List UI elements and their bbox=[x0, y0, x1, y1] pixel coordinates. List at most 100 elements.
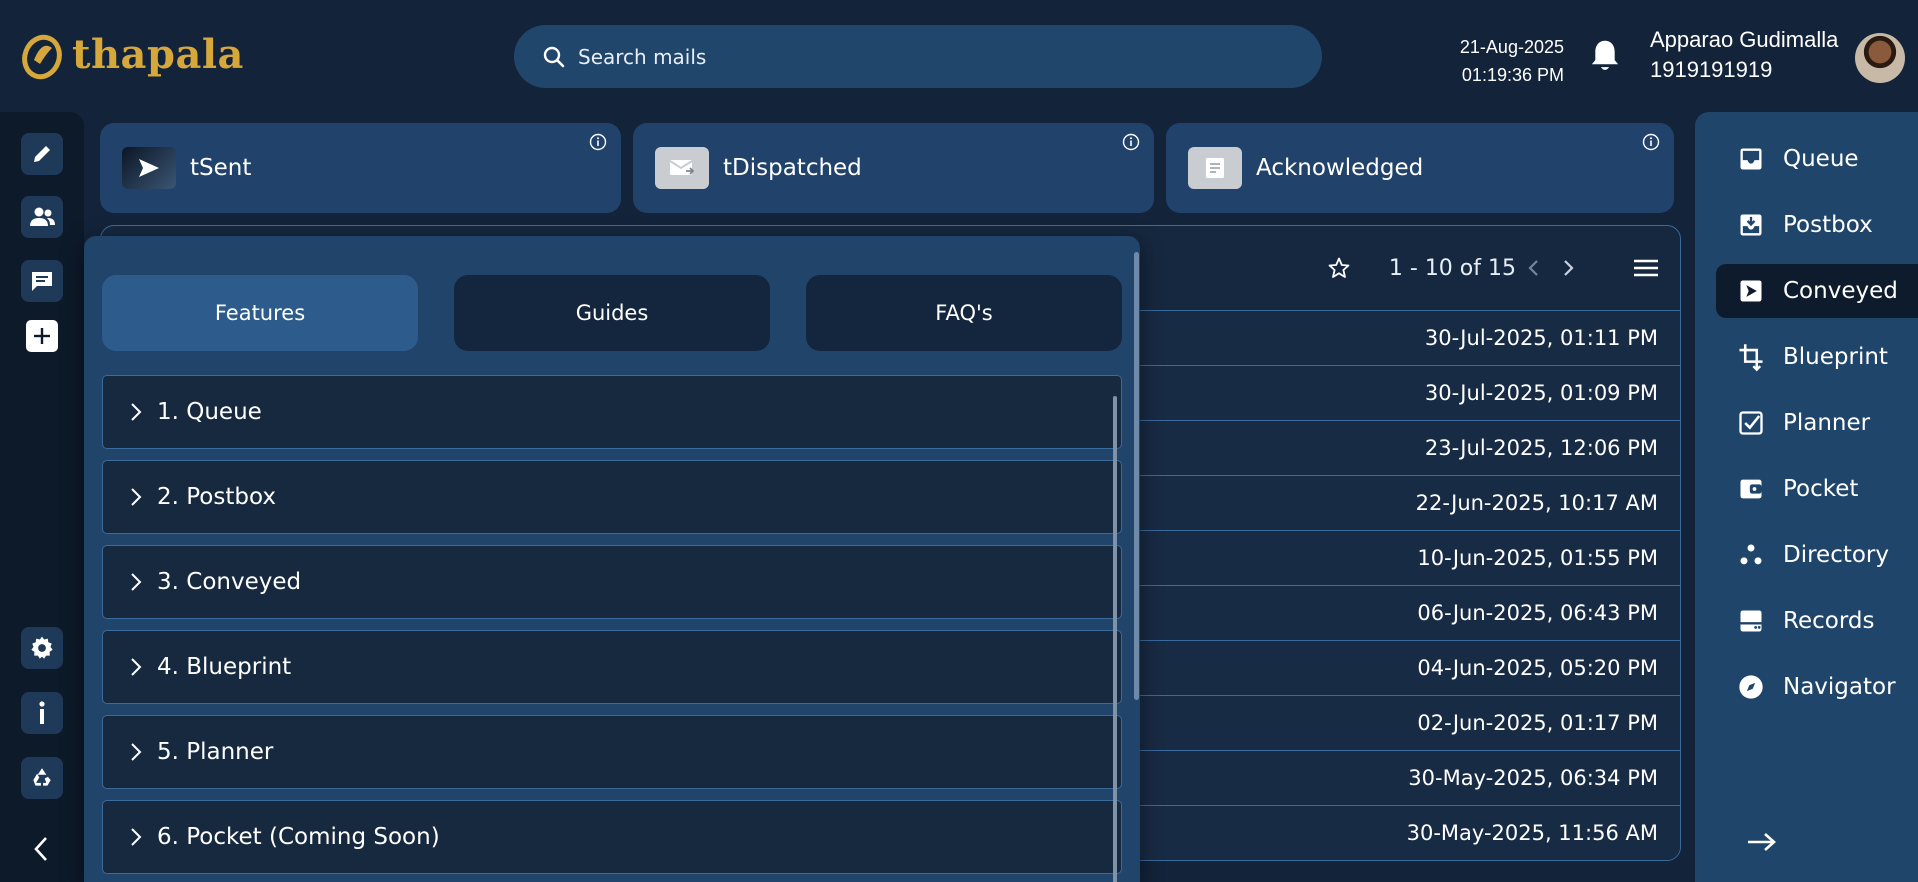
card-tsent[interactable]: tSent bbox=[100, 123, 621, 213]
search-bar[interactable] bbox=[514, 25, 1322, 88]
avatar[interactable] bbox=[1855, 33, 1905, 83]
nav-label: Queue bbox=[1783, 146, 1859, 172]
pagination-text: 1 - 10 of 15 bbox=[1388, 255, 1516, 281]
nav-item-queue[interactable]: Queue bbox=[1695, 132, 1918, 186]
accordion-item[interactable]: 2. Postbox bbox=[102, 460, 1122, 534]
search-icon bbox=[542, 45, 566, 69]
nav-label: Postbox bbox=[1783, 212, 1873, 238]
chevron-right-icon bbox=[129, 401, 143, 423]
right-nav: Queue Postbox Conveyed Blueprint Planner… bbox=[1695, 112, 1918, 882]
download-tray-icon bbox=[1737, 211, 1765, 239]
info-icon[interactable] bbox=[21, 692, 63, 734]
nav-label: Directory bbox=[1783, 542, 1890, 568]
nav-item-blueprint[interactable]: Blueprint bbox=[1695, 330, 1918, 384]
chevron-right-icon bbox=[129, 741, 143, 763]
nav-item-planner[interactable]: Planner bbox=[1695, 396, 1918, 450]
nav-label: Blueprint bbox=[1783, 344, 1888, 370]
nav-label: Conveyed bbox=[1783, 278, 1898, 304]
add-plus-icon[interactable] bbox=[26, 320, 58, 352]
logo-mark-icon bbox=[20, 30, 64, 80]
accordion-title: 3. Conveyed bbox=[157, 569, 302, 595]
nav-item-postbox[interactable]: Postbox bbox=[1695, 198, 1918, 252]
row-date: 23-Jul-2025, 12:06 PM bbox=[1424, 436, 1658, 460]
user-phone: 1919191919 bbox=[1650, 57, 1773, 82]
settings-gear-icon[interactable] bbox=[21, 627, 63, 669]
chat-message-icon[interactable] bbox=[21, 260, 63, 302]
accordion-item[interactable]: 5. Planner bbox=[102, 715, 1122, 789]
accordion-title: 4. Blueprint bbox=[157, 654, 292, 680]
notifications-bell-icon[interactable] bbox=[1588, 38, 1622, 74]
crop-icon bbox=[1737, 342, 1765, 372]
chevron-right-icon[interactable] bbox=[1560, 256, 1576, 280]
checkbox-checked-icon bbox=[1737, 409, 1765, 437]
hamburger-menu-icon[interactable] bbox=[1632, 257, 1660, 279]
panel-scrollbar[interactable] bbox=[1134, 252, 1139, 700]
chevron-left-icon[interactable] bbox=[1526, 256, 1542, 280]
row-date: 30-May-2025, 11:56 AM bbox=[1406, 821, 1658, 845]
tab-faqs[interactable]: FAQ's bbox=[806, 275, 1122, 351]
feature-accordion: 1. Queue 2. Postbox 3. Conveyed 4. Bluep… bbox=[102, 375, 1122, 882]
nav-label: Records bbox=[1783, 608, 1875, 634]
help-panel: Features Guides FAQ's 1. Queue 2. Postbo… bbox=[84, 236, 1140, 882]
mail-forward-icon bbox=[655, 147, 709, 189]
accordion-title: 6. Pocket (Coming Soon) bbox=[157, 824, 440, 850]
accordion-item[interactable]: 4. Blueprint bbox=[102, 630, 1122, 704]
nav-item-directory[interactable]: Directory bbox=[1695, 528, 1918, 582]
chevron-right-icon bbox=[129, 486, 143, 508]
chevron-right-icon bbox=[129, 571, 143, 593]
nav-label: Planner bbox=[1783, 410, 1871, 436]
accordion-title: 1. Queue bbox=[157, 399, 262, 425]
card-label: tSent bbox=[190, 155, 252, 181]
info-circle-icon[interactable] bbox=[589, 133, 607, 151]
row-date: 02-Jun-2025, 01:17 PM bbox=[1417, 711, 1658, 735]
card-label: Acknowledged bbox=[1256, 155, 1424, 181]
info-circle-icon[interactable] bbox=[1642, 133, 1660, 151]
user-name: Apparao Gudimalla bbox=[1650, 27, 1839, 52]
accordion-title: 5. Planner bbox=[157, 739, 274, 765]
expand-arrow-right-icon[interactable] bbox=[1746, 830, 1778, 854]
accordion-item[interactable]: 6. Pocket (Coming Soon) bbox=[102, 800, 1122, 874]
accordion-item[interactable]: 1. Queue bbox=[102, 375, 1122, 449]
card-acknowledged[interactable]: Acknowledged bbox=[1166, 123, 1674, 213]
app-logo[interactable]: thapala bbox=[20, 30, 244, 80]
send-arrow-icon bbox=[122, 147, 176, 189]
row-date: 30-Jul-2025, 01:11 PM bbox=[1424, 326, 1658, 350]
chevron-right-icon bbox=[129, 826, 143, 848]
user-info[interactable]: Apparao Gudimalla 1919191919 bbox=[1650, 25, 1838, 85]
nav-item-pocket[interactable]: Pocket bbox=[1695, 462, 1918, 516]
nav-label: Navigator bbox=[1783, 674, 1896, 700]
star-filter-icon[interactable] bbox=[1327, 256, 1351, 280]
compass-icon bbox=[1737, 673, 1765, 701]
row-date: 22-Jun-2025, 10:17 AM bbox=[1415, 491, 1658, 515]
search-input[interactable] bbox=[576, 43, 1276, 70]
card-tdispatched[interactable]: tDispatched bbox=[633, 123, 1154, 213]
inbox-tray-icon bbox=[1737, 145, 1765, 173]
recycle-bin-icon[interactable] bbox=[21, 757, 63, 799]
nav-item-records[interactable]: Records bbox=[1695, 594, 1918, 648]
chevron-right-icon bbox=[129, 656, 143, 678]
nav-item-conveyed[interactable]: Conveyed bbox=[1716, 264, 1918, 318]
tab-guides[interactable]: Guides bbox=[454, 275, 770, 351]
contacts-group-icon[interactable] bbox=[21, 196, 63, 238]
compose-pencil-icon[interactable] bbox=[21, 133, 63, 175]
current-time: 01:19:36 PM bbox=[1461, 65, 1564, 85]
card-label: tDispatched bbox=[723, 155, 862, 181]
row-date: 30-May-2025, 06:34 PM bbox=[1408, 766, 1658, 790]
accordion-scrollbar[interactable] bbox=[1113, 396, 1117, 882]
directory-dots-icon bbox=[1737, 541, 1765, 569]
wallet-icon bbox=[1737, 475, 1765, 503]
row-date: 06-Jun-2025, 06:43 PM bbox=[1417, 601, 1658, 625]
document-lines-icon bbox=[1188, 147, 1242, 189]
logo-text: thapala bbox=[72, 31, 244, 78]
accordion-item[interactable]: 3. Conveyed bbox=[102, 545, 1122, 619]
info-circle-icon[interactable] bbox=[1122, 133, 1140, 151]
storage-drive-icon bbox=[1737, 607, 1765, 635]
nav-label: Pocket bbox=[1783, 476, 1859, 502]
tab-features[interactable]: Features bbox=[102, 275, 418, 351]
collapse-chevron-left-icon[interactable] bbox=[30, 834, 52, 864]
row-date: 10-Jun-2025, 01:55 PM bbox=[1417, 546, 1658, 570]
nav-item-navigator[interactable]: Navigator bbox=[1695, 660, 1918, 714]
row-date: 04-Jun-2025, 05:20 PM bbox=[1417, 656, 1658, 680]
help-tabs: Features Guides FAQ's bbox=[102, 275, 1122, 351]
date-time-display: 21-Aug-2025 01:19:36 PM bbox=[1440, 33, 1564, 89]
